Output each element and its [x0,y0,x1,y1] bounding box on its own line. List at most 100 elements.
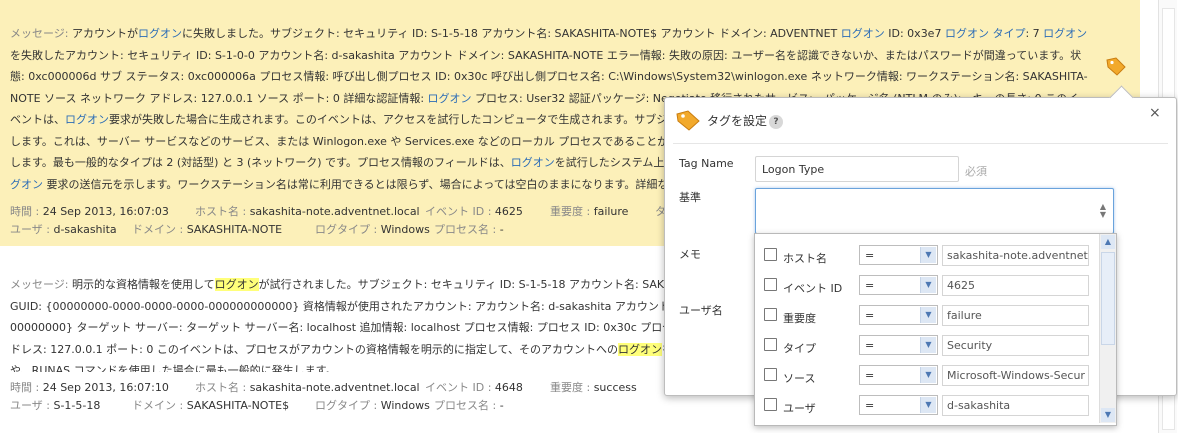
chevron-down-icon: ▼ [920,277,936,293]
help-icon[interactable]: ? [769,115,783,129]
dialog-title: タグを設定 [675,110,767,131]
meta-label: ユーザ : [10,223,54,236]
meta-value: SAKASHITA-NOTE$ [186,399,290,412]
operator-value: = [865,279,875,292]
meta-label: ドメイン : [132,223,187,236]
meta-label: ホスト名 : [195,205,250,218]
meta-label: ユーザ : [10,399,54,412]
meta-value: sakashita-note.adventnet.local [249,381,420,394]
meta-label: プロセス名 : [434,399,500,412]
criteria-checkbox[interactable] [764,278,777,291]
meta-label: 時間 : [10,381,43,394]
meta-field: ユーザ : d-sakashita [10,221,117,237]
criteria-value-input[interactable]: 4625 [942,275,1089,296]
message-text: 明示的な資格情報を使用して [71,278,215,291]
operator-select[interactable]: = ▼ [859,395,938,415]
criteria-row: ホスト名 = ▼ sakashita-note.adventnet. [755,240,1097,270]
criteria-name: ユーザ [783,402,816,415]
scroll-down-icon[interactable]: ▼ [1101,408,1115,422]
meta-field: ユーザ : S-1-5-18 [10,397,100,413]
meta-label: ログタイプ : [315,223,381,236]
operator-select[interactable]: = ▼ [859,305,938,325]
meta-field: 時間 : 24 Sep 2013, 16:07:03 [10,203,169,219]
tag-icon[interactable] [1104,55,1128,79]
operator-value: = [865,249,875,262]
required-note: 必須 [965,165,987,178]
meta-field: 重要度 : failure [550,203,628,219]
message-text: : 7 [1025,27,1044,40]
chevron-down-icon: ▼ [920,247,936,263]
keyword-highlight: タイプ [992,27,1026,40]
meta-label: イベント ID : [425,381,495,394]
operator-select[interactable]: = ▼ [859,365,938,385]
criteria-checkbox[interactable] [764,338,777,351]
keyword-highlight: ログオン [1043,27,1088,40]
select-arrows-icon: ▲ ▼ [1099,202,1106,219]
criteria-select[interactable]: ▲ ▼ [755,188,1114,234]
message-text: に失敗しました。サブジェクト: セキュリティ ID: S-1-5-18 アカウン… [181,27,841,40]
chevron-down-icon: ▼ [920,397,936,413]
meta-value: d-sakashita [53,223,117,236]
criteria-row: 重要度 = ▼ failure [755,300,1097,330]
criteria-checkbox[interactable] [764,308,777,321]
scroll-up-icon[interactable]: ▲ [1101,235,1115,249]
meta-field: イベント ID : 4648 [425,379,523,395]
list-scrollbar[interactable]: ▲ ▼ [1099,234,1116,423]
message-text: アカウントが [71,27,138,40]
criteria-value-input[interactable]: d-sakashita [942,395,1089,416]
criteria-checkbox[interactable] [764,398,777,411]
keyword-highlight: ログオン [618,342,662,356]
scroll-thumb[interactable] [1101,252,1115,345]
keyword-highlight: ログオン [840,27,885,40]
meta-value: S-1-5-18 [53,399,101,412]
criteria-label: 基準 [679,191,701,204]
criteria-value-input[interactable]: sakashita-note.adventnet. [942,245,1089,266]
chevron-down-icon: ▼ [920,337,936,353]
message-label: メッセージ: [10,278,72,291]
meta-field: ドメイン : SAKASHITA-NOTE$ [132,397,289,413]
operator-value: = [865,309,875,322]
criteria-dropdown-list: ▲ ▼ ホスト名 = ▼ sakashita-note.adventnet. イベント … [754,233,1117,426]
criteria-name: イベント ID [783,282,843,295]
meta-field: イベント ID : 4625 [425,203,523,219]
meta-label: ドメイン : [132,399,187,412]
criteria-checkbox[interactable] [764,368,777,381]
meta-value: 4648 [494,381,523,394]
criteria-name: ソース [783,372,816,385]
operator-value: = [865,369,875,382]
tag-name-label: Tag Name [679,157,734,170]
tag-name-input[interactable] [755,156,959,182]
criteria-value-input[interactable]: Security [942,335,1089,356]
criteria-row: ユーザ = ▼ d-sakashita [755,390,1097,420]
meta-value: - [499,223,504,236]
operator-select[interactable]: = ▼ [859,275,938,295]
meta-value: Windows [380,223,430,236]
criteria-value-input[interactable]: Microsoft-Windows-Secur [942,365,1089,386]
keyword-highlight: ログオン [214,278,259,291]
operator-select[interactable]: = ▼ [859,335,938,355]
meta-field: プロセス名 : - [434,397,504,413]
criteria-name: ホスト名 [783,252,827,265]
operator-value: = [865,399,875,412]
close-icon[interactable]: × [1149,105,1161,121]
keyword-highlight: ログオン [510,156,555,169]
criteria-row: イベント ID = ▼ 4625 [755,270,1097,300]
meta-label: 時間 : [10,205,43,218]
keyword-highlight: ログオン [427,91,472,105]
meta-value: success [593,381,637,394]
meta-field: 重要度 : success [550,379,637,395]
meta-value: - [499,399,504,412]
operator-value: = [865,339,875,352]
memo-label: メモ [679,248,701,261]
criteria-value-input[interactable]: failure [942,305,1089,326]
operator-select[interactable]: = ▼ [859,245,938,265]
chevron-down-icon: ▼ [920,367,936,383]
criteria-checkbox[interactable] [764,248,777,261]
user-name-label: ユーザ名 [679,304,723,317]
message-label: メッセージ: [10,27,72,40]
meta-field: ログタイプ : Windows [315,221,430,237]
chevron-down-icon: ▼ [920,307,936,323]
meta-field: ホスト名 : sakashita-note.adventnet.local [195,203,420,219]
meta-field: ドメイン : SAKASHITA-NOTE [132,221,282,237]
criteria-row: ソース = ▼ Microsoft-Windows-Secur [755,360,1097,390]
